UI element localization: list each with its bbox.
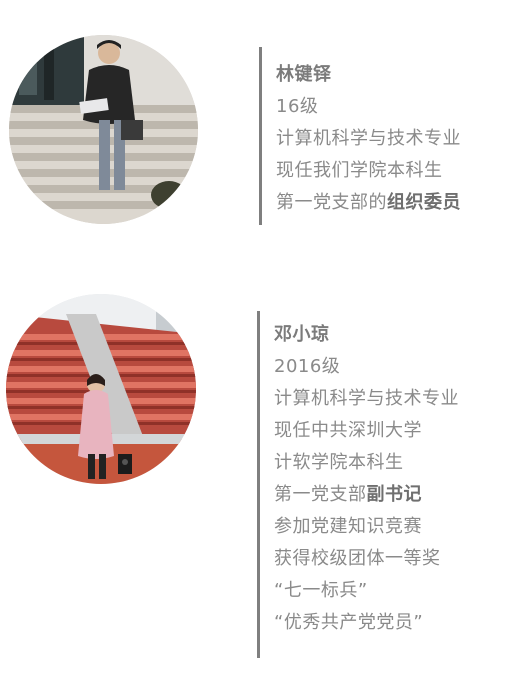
profile-award: “七一标兵” [274,580,368,601]
profile-role-title: 副书记 [366,484,422,505]
profile-name: 林键铎 [276,64,332,85]
profile-photo-2 [6,294,196,484]
profile-grade: 2016级 [274,356,341,377]
profile-major: 计算机科学与技术专业 [276,128,461,149]
profile-role-line: 计软学院本科生 [274,452,404,473]
profile-photo-1 [9,35,198,224]
profile-role-text: 第一党支部的 [276,192,387,213]
profile-role-line: 现任中共深圳大学 [274,420,422,441]
profile-activity: 参加党建知识竞赛 [274,516,422,537]
profile-card-2: 邓小琼 2016级 计算机科学与技术专业 现任中共深圳大学 计软学院本科生 第一… [0,270,525,690]
profile-role-line: 现任我们学院本科生 [276,160,443,181]
profile-grade: 16级 [276,96,319,117]
profile-card-1: 林键铎 16级 计算机科学与技术专业 现任我们学院本科生 第一党支部的组织委员 [0,0,525,260]
profile-role-line: 第一党支部的组织委员 [276,187,461,219]
profile-role-line: 第一党支部副书记 [274,479,459,511]
profile-info-1: 林键铎 16级 计算机科学与技术专业 现任我们学院本科生 第一党支部的组织委员 [259,47,461,225]
profile-role-title: 组织委员 [387,192,461,213]
profile-role-text: 第一党支部 [274,484,367,505]
profile-activity: 获得校级团体一等奖 [274,548,441,569]
profile-major: 计算机科学与技术专业 [274,388,459,409]
profile-info-2: 邓小琼 2016级 计算机科学与技术专业 现任中共深圳大学 计软学院本科生 第一… [257,311,459,658]
profile-award: “优秀共产党党员” [274,612,424,633]
profile-name: 邓小琼 [274,324,330,345]
